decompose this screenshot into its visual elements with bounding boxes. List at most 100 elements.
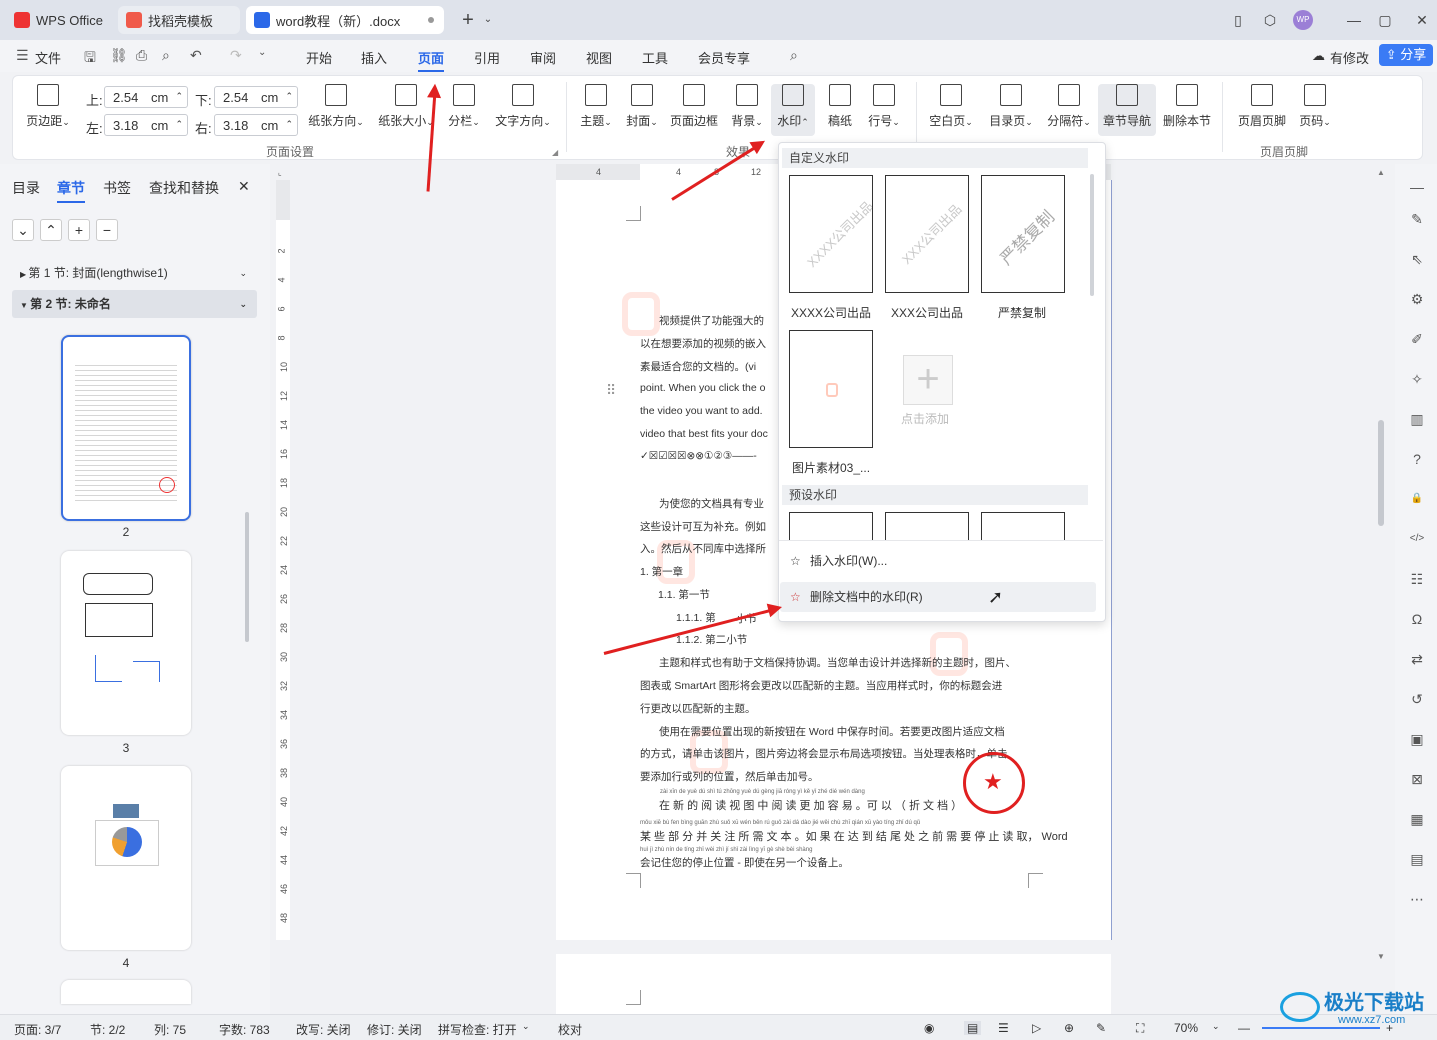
- separator-button[interactable]: 分隔符⌄: [1044, 84, 1094, 129]
- top-margin-input[interactable]: 2.54 cm ⌃: [104, 86, 188, 108]
- pen-icon[interactable]: ✎: [1408, 210, 1426, 228]
- page-number-button[interactable]: 页码⌄: [1296, 84, 1334, 129]
- cube-icon[interactable]: ⬡: [1260, 10, 1280, 30]
- help-icon[interactable]: ?: [1408, 450, 1426, 468]
- watermark-option-3[interactable]: 严禁复制: [981, 175, 1065, 293]
- preset-option-3[interactable]: [981, 512, 1065, 540]
- proofread-button[interactable]: 校对: [558, 1021, 582, 1038]
- dialog-launcher-icon[interactable]: ◢: [552, 148, 558, 157]
- watermark-option-1[interactable]: XXXX公司出品: [789, 175, 873, 293]
- drag-handle-icon[interactable]: ⠿: [606, 382, 616, 399]
- remove-section-button[interactable]: −: [96, 219, 118, 241]
- blank-page-button[interactable]: 空白页⌄: [926, 84, 976, 129]
- zoom-level[interactable]: 70%: [1174, 1021, 1198, 1035]
- close-icon[interactable]: ✕: [1412, 10, 1432, 30]
- columns-button[interactable]: 分栏⌄: [444, 84, 484, 129]
- document-page-next[interactable]: [556, 954, 1111, 1014]
- undo-icon[interactable]: ↶: [190, 47, 202, 64]
- menu-review[interactable]: 审阅: [530, 48, 556, 67]
- left-margin-input[interactable]: 3.18 cm ⌃: [104, 114, 188, 136]
- watermark-button[interactable]: 水印⌃: [771, 84, 815, 136]
- tab-template[interactable]: 找稻壳模板: [118, 6, 240, 34]
- collapse-up-button[interactable]: ⌃: [40, 219, 62, 241]
- theme-button[interactable]: 主题⌄: [576, 84, 616, 129]
- delete-section-button[interactable]: 删除本节: [1162, 84, 1212, 129]
- translate-icon[interactable]: ⇄: [1408, 650, 1426, 668]
- menu-member[interactable]: 会员专享: [698, 48, 750, 67]
- margins-button[interactable]: 页边距⌄: [24, 84, 72, 129]
- tab-sections[interactable]: 章节: [57, 178, 85, 203]
- link-icon[interactable]: ⛓: [110, 47, 128, 64]
- spinner-icon[interactable]: ⌃: [285, 85, 293, 107]
- line-number-button[interactable]: 行号⌄: [864, 84, 904, 129]
- menu-view[interactable]: 视图: [586, 48, 612, 67]
- menu-reference[interactable]: 引用: [474, 48, 500, 67]
- overtype-status[interactable]: 改写: 关闭: [296, 1021, 351, 1038]
- chevron-down-icon[interactable]: ⌄: [1212, 1021, 1220, 1032]
- page-thumbnail-3[interactable]: [61, 551, 191, 735]
- ruler-corner[interactable]: ⌞: [278, 168, 288, 178]
- watermark-scrollbar[interactable]: [1090, 174, 1094, 296]
- spinner-icon[interactable]: ⌃: [175, 113, 183, 135]
- play-icon[interactable]: ▷: [1032, 1021, 1041, 1035]
- file-menu[interactable]: 文件: [35, 48, 61, 67]
- share-button[interactable]: ⇪ 分享: [1379, 44, 1433, 66]
- doc-scrollbar-thumb[interactable]: [1378, 420, 1384, 526]
- redo-icon[interactable]: ↷: [230, 47, 242, 64]
- page-thumbnail-2[interactable]: [61, 335, 191, 521]
- list-icon[interactable]: ☷: [1408, 570, 1426, 588]
- delete-watermark-item[interactable]: ☆ 删除文档中的水印(R): [780, 582, 1096, 612]
- avatar[interactable]: WP: [1293, 10, 1313, 30]
- page-view-icon[interactable]: ▤: [964, 1021, 982, 1035]
- chevron-down-icon[interactable]: ⌄: [239, 290, 247, 318]
- cover-button[interactable]: 封面⌄: [622, 84, 662, 129]
- brush-icon[interactable]: ✐: [1408, 330, 1426, 348]
- menu-start[interactable]: 开始: [306, 48, 332, 67]
- spinner-icon[interactable]: ⌃: [175, 85, 183, 107]
- manuscript-button[interactable]: 稿纸: [822, 84, 858, 129]
- book-icon[interactable]: ▥: [1408, 410, 1426, 428]
- chevron-down-icon[interactable]: ⌄: [239, 262, 247, 284]
- tab-wps-office[interactable]: WPS Office: [6, 6, 112, 34]
- print-icon[interactable]: ⎙: [136, 47, 147, 64]
- watermark-option-4[interactable]: [789, 330, 873, 448]
- spinner-icon[interactable]: ⌃: [285, 113, 293, 135]
- menu-page[interactable]: 页面: [418, 48, 445, 72]
- search-icon[interactable]: ⌕: [790, 47, 798, 64]
- fit-page-icon[interactable]: ⛶: [1136, 1021, 1144, 1036]
- page-indicator[interactable]: 页面: 3/7: [14, 1021, 61, 1038]
- eye-protect-icon[interactable]: ◉: [924, 1021, 934, 1035]
- text-direction-button[interactable]: 文字方向⌄: [492, 84, 554, 129]
- page-thumbnail-5[interactable]: [61, 980, 191, 1004]
- web-view-icon[interactable]: ⊕: [1064, 1021, 1074, 1035]
- watermark-option-2[interactable]: XXX公司出品: [885, 175, 969, 293]
- more-icon[interactable]: ⌄: [258, 47, 266, 58]
- has-changes-label[interactable]: 有修改: [1330, 48, 1369, 67]
- zoom-out-icon[interactable]: —: [1238, 1021, 1250, 1035]
- add-watermark-button[interactable]: +: [903, 355, 953, 405]
- tab-bookmarks[interactable]: 书签: [103, 178, 131, 198]
- pen-icon[interactable]: ✎: [1096, 1021, 1106, 1035]
- chevron-down-icon[interactable]: ⌄: [478, 10, 498, 30]
- magic-icon[interactable]: ✧: [1408, 370, 1426, 388]
- minimize-icon[interactable]: —: [1344, 10, 1364, 30]
- menu-tools[interactable]: 工具: [642, 48, 668, 67]
- scroll-down-icon[interactable]: ▼: [1377, 952, 1385, 961]
- orientation-button[interactable]: 纸张方向⌄: [306, 84, 366, 129]
- new-tab-icon[interactable]: +: [458, 10, 478, 30]
- close-pane-icon[interactable]: ✕: [238, 178, 250, 195]
- insert-watermark-item[interactable]: ☆ 插入水印(W)...: [780, 546, 1096, 576]
- add-section-button[interactable]: +: [68, 219, 90, 241]
- clipboard-icon[interactable]: ▦: [1408, 810, 1426, 828]
- menu-insert[interactable]: 插入: [361, 48, 387, 67]
- page-border-button[interactable]: 页面边框: [668, 84, 720, 129]
- omega-icon[interactable]: Ω: [1408, 610, 1426, 628]
- save-icon[interactable]: 🖫: [84, 47, 96, 71]
- tab-toc[interactable]: 目录: [12, 178, 40, 198]
- folder-star-icon[interactable]: ▣: [1408, 730, 1426, 748]
- maximize-icon[interactable]: ▢: [1375, 10, 1395, 30]
- header-footer-button[interactable]: 页眉页脚: [1236, 84, 1288, 129]
- more-icon[interactable]: —: [1408, 178, 1426, 196]
- preset-option-1[interactable]: [789, 512, 873, 540]
- tab-document[interactable]: word教程（新）.docx: [246, 6, 444, 34]
